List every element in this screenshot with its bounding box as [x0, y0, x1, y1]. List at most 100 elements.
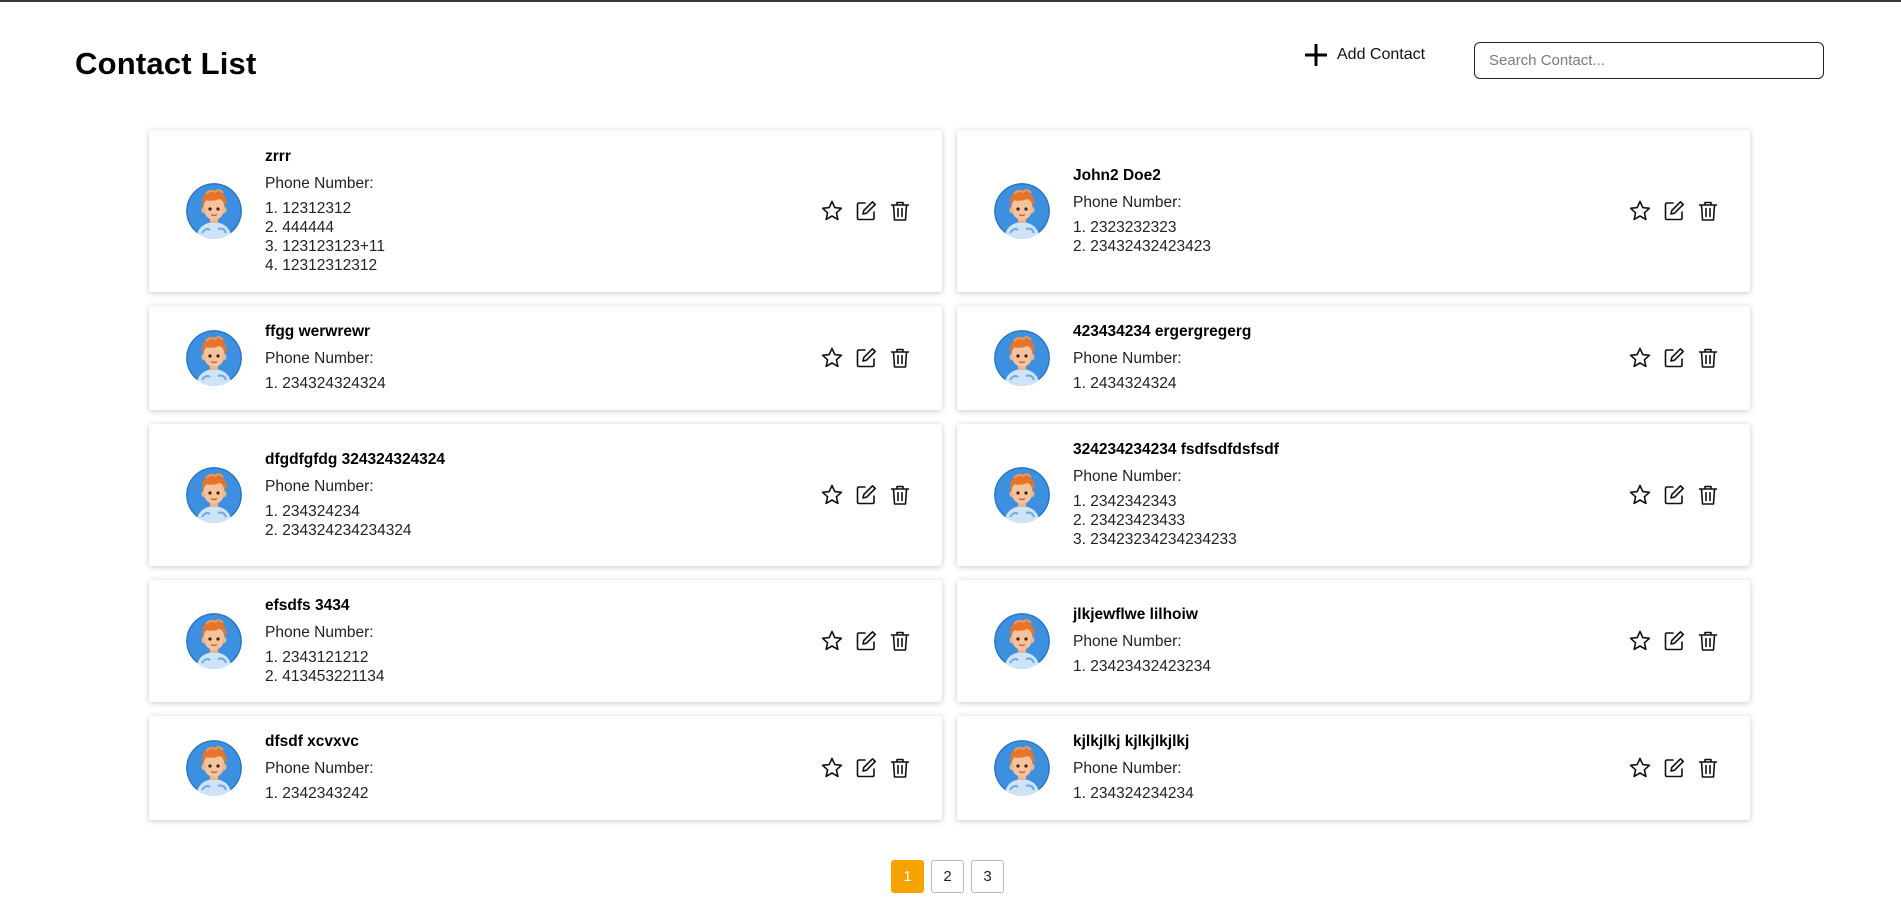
phone-number-label: Phone Number:: [265, 760, 374, 777]
page-button-2[interactable]: 2: [931, 860, 964, 893]
page-title: Contact List: [75, 46, 257, 81]
phone-list: 234324234234: [1073, 784, 1194, 803]
card-actions: [1628, 629, 1720, 653]
card-actions: [820, 346, 912, 370]
trash-icon[interactable]: [1696, 346, 1720, 370]
phone-list: 2342343242: [265, 784, 374, 803]
add-contact-label: Add Contact: [1337, 46, 1426, 63]
trash-icon[interactable]: [888, 346, 912, 370]
star-icon[interactable]: [820, 483, 844, 507]
page-button-3[interactable]: 3: [971, 860, 1004, 893]
phone-list: 2323232323 23432432423423: [1073, 218, 1211, 256]
phone-number: 234324234: [282, 502, 360, 520]
phone-number: 234324234234324: [282, 521, 412, 539]
phone-number: 413453221134: [282, 667, 385, 685]
contact-name: ffgg werwrewr: [265, 323, 371, 340]
phone-number: 23423423433: [1090, 512, 1186, 529]
contact-grid: zrrr Phone Number: 12312312 444444 1231231…: [149, 130, 1750, 820]
avatar-icon: [994, 183, 1050, 239]
phone-number-label: Phone Number:: [265, 350, 374, 367]
contact-card: 324234234234 fsdfsdfdsfsdf Phone Number:…: [957, 424, 1750, 566]
card-actions: [820, 629, 912, 653]
edit-icon[interactable]: [1662, 199, 1686, 223]
phone-number-label: Phone Number:: [1073, 760, 1182, 777]
contact-card: zrrr Phone Number: 12312312 444444 1231231…: [149, 130, 942, 292]
pagination: 123: [891, 860, 1004, 893]
edit-icon[interactable]: [854, 629, 878, 653]
phone-number-label: Phone Number:: [1073, 468, 1182, 485]
trash-icon[interactable]: [888, 629, 912, 653]
trash-icon[interactable]: [1696, 756, 1720, 780]
phone-number: 12312312312: [282, 256, 378, 274]
trash-icon[interactable]: [888, 756, 912, 780]
phone-list: 23423432423234: [1073, 657, 1211, 676]
contact-name: John2 Doe2: [1073, 166, 1161, 184]
card-actions: [820, 483, 912, 507]
contact-card: 423434234 ergergregerg Phone Number: 243…: [957, 306, 1750, 410]
avatar-icon: [994, 330, 1050, 386]
avatar-icon: [186, 183, 242, 239]
trash-icon[interactable]: [888, 483, 912, 507]
phone-number: 2343121212: [282, 648, 369, 666]
phone-number: 23423234234234233: [1090, 531, 1237, 548]
contact-name: 324234234234 fsdfsdfdsfsdf: [1073, 441, 1279, 458]
phone-number: 444444: [282, 218, 334, 236]
phone-number-label: Phone Number:: [265, 477, 374, 495]
edit-icon[interactable]: [1662, 756, 1686, 780]
avatar-icon: [186, 330, 242, 386]
contact-card: John2 Doe2 Phone Number: 2323232323 23432…: [957, 130, 1750, 292]
contact-name: kjlkjlkj kjlkjlkjlkj: [1073, 733, 1190, 750]
star-icon[interactable]: [820, 629, 844, 653]
star-icon[interactable]: [820, 756, 844, 780]
add-contact-button[interactable]: Add Contact: [1305, 44, 1425, 66]
star-icon[interactable]: [1628, 346, 1652, 370]
star-icon[interactable]: [1628, 199, 1652, 223]
phone-number: 2342342343: [1090, 493, 1177, 510]
edit-icon[interactable]: [854, 756, 878, 780]
phone-list: 234324234 234324234234324: [265, 502, 445, 540]
phone-number: 2342343242: [282, 785, 369, 802]
top-border: [0, 0, 1901, 2]
star-icon[interactable]: [1628, 483, 1652, 507]
star-icon[interactable]: [1628, 629, 1652, 653]
star-icon[interactable]: [820, 199, 844, 223]
contact-card: jlkjewflwe lilhoiw Phone Number: 2342343…: [957, 580, 1750, 702]
phone-list: 2343121212 413453221134: [265, 648, 385, 686]
phone-number-label: Phone Number:: [1073, 633, 1182, 650]
phone-number: 23423432423234: [1090, 658, 1211, 675]
phone-number: 23432432423423: [1090, 237, 1211, 255]
avatar-icon: [186, 613, 242, 669]
trash-icon[interactable]: [888, 199, 912, 223]
edit-icon[interactable]: [854, 346, 878, 370]
contact-name: zrrr: [265, 147, 291, 165]
edit-icon[interactable]: [854, 199, 878, 223]
star-icon[interactable]: [820, 346, 844, 370]
phone-number: 123123123+11: [282, 237, 385, 255]
phone-list: 12312312 444444 123123123+11 12312312312: [265, 199, 385, 275]
trash-icon[interactable]: [1696, 483, 1720, 507]
avatar-icon: [994, 740, 1050, 796]
search-input[interactable]: [1474, 42, 1824, 79]
contact-card: efsdfs 3434 Phone Number: 2343121212 4134…: [149, 580, 942, 702]
phone-number: 234324234234: [1090, 785, 1194, 802]
card-actions: [820, 199, 912, 223]
trash-icon[interactable]: [1696, 629, 1720, 653]
card-actions: [1628, 346, 1720, 370]
contact-card: dfgdfgfdg 324324324324 Phone Number: 234…: [149, 424, 942, 566]
avatar-icon: [186, 740, 242, 796]
phone-number: 2323232323: [1090, 218, 1177, 236]
trash-icon[interactable]: [1696, 199, 1720, 223]
edit-icon[interactable]: [854, 483, 878, 507]
avatar-icon: [994, 467, 1050, 523]
phone-list: 2342342343 23423423433 23423234234234233: [1073, 492, 1279, 549]
edit-icon[interactable]: [1662, 629, 1686, 653]
phone-number-label: Phone Number:: [265, 174, 374, 192]
edit-icon[interactable]: [1662, 346, 1686, 370]
contact-name: efsdfs 3434: [265, 596, 350, 614]
phone-number-label: Phone Number:: [265, 623, 374, 641]
card-actions: [820, 756, 912, 780]
page-button-1[interactable]: 1: [891, 860, 924, 893]
plus-icon: [1305, 44, 1327, 66]
edit-icon[interactable]: [1662, 483, 1686, 507]
star-icon[interactable]: [1628, 756, 1652, 780]
